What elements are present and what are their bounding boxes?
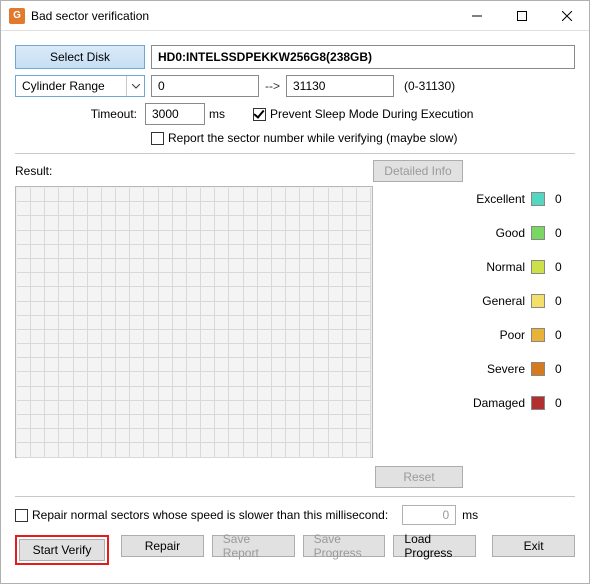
repair-ms-input: 0 [402,505,456,525]
exit-button[interactable]: Exit [492,535,575,557]
repair-slow-label: Repair normal sectors whose speed is slo… [32,508,388,522]
legend-row-damaged: Damaged 0 [403,396,575,410]
range-hint-label: (0-31130) [404,79,455,93]
legend-row-poor: Poor 0 [403,328,575,342]
legend-swatch [531,362,545,376]
legend-label: General [482,294,525,308]
legend: Excellent0Good0Normal0General0Poor0Sever… [373,186,575,430]
select-disk-button[interactable]: Select Disk [15,45,145,69]
range-mode-value: Cylinder Range [16,79,126,93]
legend-swatch [531,226,545,240]
minimize-icon [472,11,482,21]
report-sector-label: Report the sector number while verifying… [168,131,457,145]
legend-label: Good [496,226,525,240]
start-verify-highlight: Start Verify [15,535,109,565]
range-mode-select[interactable]: Cylinder Range [15,75,145,97]
repair-slow-checkbox[interactable] [15,509,28,522]
prevent-sleep-checkbox[interactable] [253,108,266,121]
range-from-input[interactable]: 0 [151,75,259,97]
legend-swatch [531,192,545,206]
close-button[interactable] [544,1,589,31]
divider [15,153,575,154]
timeout-unit-label: ms [209,107,225,121]
legend-count: 0 [555,192,575,206]
legend-label: Severe [487,362,525,376]
legend-count: 0 [555,226,575,240]
maximize-button[interactable] [499,1,544,31]
window-title: Bad sector verification [31,9,149,23]
timeout-input[interactable]: 3000 [145,103,205,125]
legend-row-normal: Normal 0 [403,260,575,274]
prevent-sleep-label: Prevent Sleep Mode During Execution [270,107,473,121]
timeout-label: Timeout: [15,107,145,121]
legend-label: Excellent [476,192,525,206]
close-icon [562,11,572,21]
load-progress-button[interactable]: Load Progress [393,535,476,557]
legend-row-good: Good 0 [403,226,575,240]
save-report-button[interactable]: Save Report [212,535,295,557]
bad-sector-verification-window: G Bad sector verification Select Disk HD… [0,0,590,584]
legend-swatch [531,328,545,342]
reset-button[interactable]: Reset [375,466,463,488]
legend-row-excellent: Excellent 0 [403,192,575,206]
legend-label: Damaged [473,396,525,410]
repair-ms-unit: ms [462,508,478,522]
range-arrow-label: --> [265,79,280,93]
start-verify-button[interactable]: Start Verify [19,539,105,561]
legend-count: 0 [555,362,575,376]
legend-count: 0 [555,260,575,274]
report-sector-checkbox[interactable] [151,132,164,145]
legend-count: 0 [555,396,575,410]
content-area: Select Disk HD0:INTELSSDPEKKW256G8(238GB… [1,31,589,575]
save-progress-button[interactable]: Save Progress [303,535,386,557]
result-label: Result: [15,164,373,178]
sector-grid [15,186,373,458]
legend-count: 0 [555,294,575,308]
repair-button[interactable]: Repair [121,535,204,557]
minimize-button[interactable] [454,1,499,31]
legend-count: 0 [555,328,575,342]
titlebar: G Bad sector verification [1,1,589,31]
app-icon: G [9,8,25,24]
legend-label: Normal [486,260,525,274]
legend-swatch [531,260,545,274]
chevron-down-icon [126,76,144,96]
legend-row-general: General 0 [403,294,575,308]
legend-label: Poor [500,328,525,342]
legend-swatch [531,294,545,308]
range-to-input[interactable]: 31130 [286,75,394,97]
legend-swatch [531,396,545,410]
detailed-info-button[interactable]: Detailed Info [373,160,463,182]
maximize-icon [517,11,527,21]
legend-row-severe: Severe 0 [403,362,575,376]
divider-2 [15,496,575,497]
selected-disk-field: HD0:INTELSSDPEKKW256G8(238GB) [151,45,575,69]
